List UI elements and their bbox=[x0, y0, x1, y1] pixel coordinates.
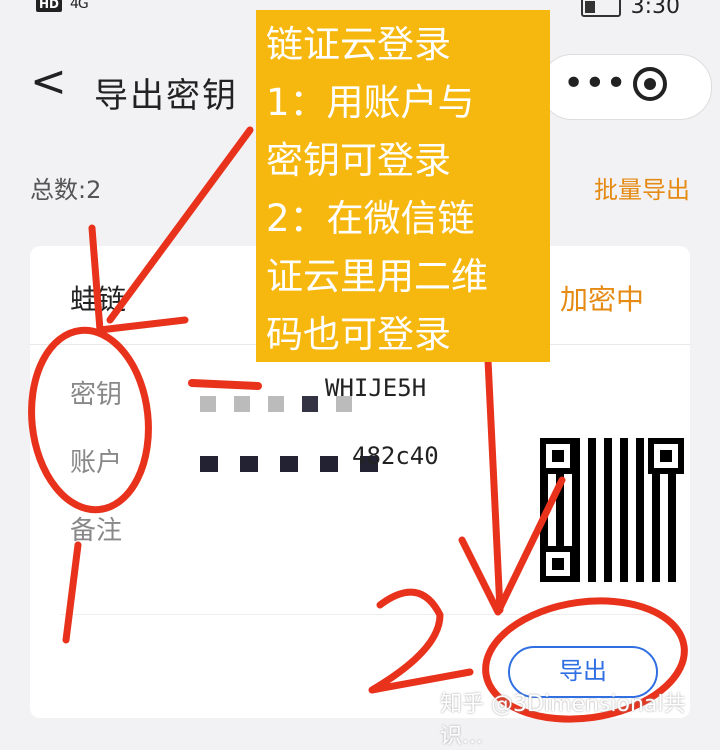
annotation-note: 链证云登录 1：用账户与 密钥可登录 2：在微信链 证云里用二维 码也可登录 bbox=[256, 10, 550, 362]
hd-badge: HD bbox=[36, 0, 63, 12]
note-line: 密钥可登录 bbox=[266, 139, 451, 182]
wallet-name: 蛙链 bbox=[70, 283, 127, 316]
divider bbox=[60, 614, 660, 615]
total-count: 总数:2 bbox=[30, 176, 102, 204]
note-line: 证云里用二维 bbox=[266, 255, 488, 298]
key-value: WHIJE5H bbox=[325, 374, 427, 402]
batch-export-link[interactable]: 批量导出 bbox=[594, 170, 690, 205]
note-line: 1：用账户与 bbox=[266, 81, 475, 124]
account-value: 482c40 bbox=[352, 442, 439, 470]
note-label: 备注 bbox=[70, 516, 123, 546]
status-right: 3:30 bbox=[580, 0, 680, 19]
account-label: 账户 bbox=[70, 448, 123, 478]
back-icon[interactable]: < bbox=[30, 60, 67, 104]
note-line: 2：在微信链 bbox=[266, 197, 475, 240]
status-badge: 加密中 bbox=[559, 283, 644, 316]
key-label: 密钥 bbox=[70, 380, 123, 410]
status-time: 3:30 bbox=[630, 0, 680, 19]
more-icon[interactable]: ••• bbox=[563, 63, 627, 104]
note-line: 码也可登录 bbox=[266, 313, 451, 356]
close-miniprogram-icon[interactable] bbox=[633, 67, 667, 101]
battery-icon bbox=[580, 0, 621, 17]
watermark: 知乎 @3Dimensional共识... bbox=[440, 692, 686, 749]
qr-code bbox=[540, 438, 684, 582]
mini-program-capsule: ••• bbox=[540, 54, 712, 120]
page-title: 导出密钥 bbox=[94, 76, 238, 116]
note-line: 链证云登录 bbox=[266, 23, 451, 66]
signal-icon: 4G bbox=[70, 0, 89, 12]
status-left: HD 4G bbox=[36, 0, 89, 12]
